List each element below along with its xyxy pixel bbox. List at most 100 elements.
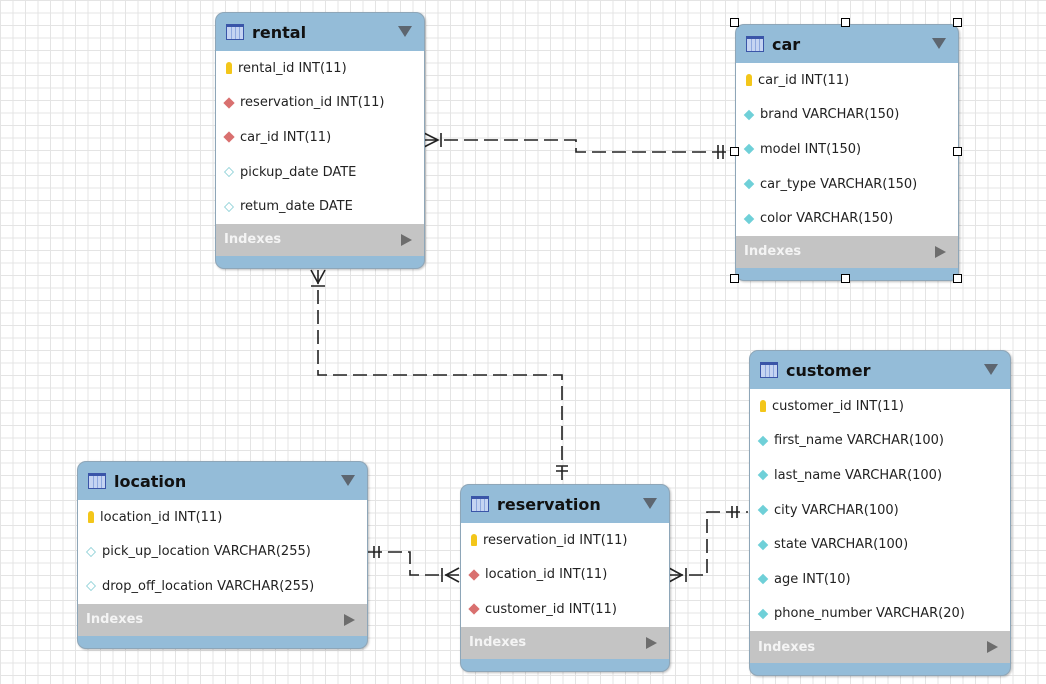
collapse-caret-icon[interactable]	[341, 475, 355, 486]
column-icon	[743, 109, 755, 121]
relationship-reservation-customer[interactable]	[669, 511, 748, 576]
column-label: car_type VARCHAR(150)	[760, 176, 918, 192]
column-row[interactable]: retum_date DATE	[216, 189, 424, 224]
expand-arrow-icon[interactable]	[344, 613, 355, 626]
foreign-key-icon	[468, 603, 480, 616]
column-row[interactable]: color VARCHAR(150)	[736, 201, 958, 236]
indexes-section[interactable]: Indexes	[78, 603, 367, 636]
column-label: pickup_date DATE	[240, 164, 357, 180]
column-label: rental_id INT(11)	[238, 60, 347, 76]
table-customer[interactable]: customer customer_id INT(11) first_name …	[749, 350, 1011, 677]
indexes-section[interactable]: Indexes	[736, 235, 958, 268]
column-row[interactable]: pickup_date DATE	[216, 155, 424, 190]
primary-key-icon	[226, 62, 232, 75]
primary-key-icon	[760, 400, 766, 413]
column-row[interactable]: car_id INT(11)	[216, 120, 424, 155]
relationship-rental-reservation[interactable]	[317, 270, 563, 482]
column-label: location_id INT(11)	[485, 567, 608, 583]
column-icon	[757, 470, 769, 481]
table-header[interactable]: car	[736, 25, 958, 63]
column-label: model INT(150)	[760, 141, 862, 157]
resize-handle[interactable]	[730, 147, 739, 156]
column-row[interactable]: car_id INT(11)	[736, 63, 958, 98]
foreign-key-icon	[223, 131, 235, 144]
indexes-section[interactable]: Indexes	[750, 631, 1010, 664]
resize-handle[interactable]	[841, 18, 850, 27]
expand-arrow-icon[interactable]	[646, 636, 657, 649]
column-row[interactable]: phone_number VARCHAR(20)	[750, 597, 1010, 632]
column-row[interactable]: first_name VARCHAR(100)	[750, 424, 1010, 459]
table-header[interactable]: rental	[216, 13, 424, 51]
column-row[interactable]: state VARCHAR(100)	[750, 527, 1010, 562]
nullable-column-icon	[224, 167, 234, 178]
resize-handle[interactable]	[953, 274, 962, 283]
column-label: color VARCHAR(150)	[760, 211, 894, 227]
collapse-caret-icon[interactable]	[932, 38, 946, 49]
column-row[interactable]: reservation_id INT(11)	[461, 523, 669, 558]
expand-arrow-icon[interactable]	[401, 233, 412, 246]
column-row[interactable]: model INT(150)	[736, 132, 958, 167]
table-name: location	[114, 471, 187, 491]
column-icon	[743, 178, 755, 190]
column-row[interactable]: location_id INT(11)	[78, 500, 367, 535]
table-name: rental	[252, 22, 307, 42]
indexes-label: Indexes	[744, 244, 802, 260]
resize-handle[interactable]	[841, 274, 850, 283]
resize-handle[interactable]	[730, 274, 739, 283]
collapse-caret-icon[interactable]	[398, 26, 412, 37]
primary-key-icon	[88, 511, 94, 524]
column-label: reservation_id INT(11)	[240, 95, 385, 111]
collapse-caret-icon[interactable]	[984, 364, 998, 375]
table-icon	[226, 24, 244, 40]
column-icon	[757, 573, 769, 585]
indexes-label: Indexes	[758, 639, 816, 655]
column-icon	[757, 504, 769, 516]
table-icon	[471, 496, 489, 512]
column-label: reservation_id INT(11)	[483, 532, 628, 548]
table-location[interactable]: location location_id INT(11) pick_up_loc…	[77, 461, 368, 649]
column-label: customer_id INT(11)	[485, 601, 617, 617]
relationship-rental-car[interactable]	[424, 139, 734, 153]
table-rental[interactable]: rental rental_id INT(11) reservation_id …	[215, 12, 425, 269]
column-icon	[757, 539, 769, 550]
column-row[interactable]: brand VARCHAR(150)	[736, 98, 958, 133]
resize-handle[interactable]	[953, 18, 962, 27]
expand-arrow-icon[interactable]	[935, 245, 946, 258]
column-row[interactable]: pick_up_location VARCHAR(255)	[78, 535, 367, 570]
nullable-column-icon	[86, 581, 96, 592]
column-row[interactable]: reservation_id INT(11)	[216, 86, 424, 121]
column-row[interactable]: location_id INT(11)	[461, 558, 669, 593]
column-row[interactable]: car_type VARCHAR(150)	[736, 167, 958, 202]
column-label: car_id INT(11)	[240, 129, 332, 145]
indexes-section[interactable]: Indexes	[216, 223, 424, 256]
expand-arrow-icon[interactable]	[987, 641, 998, 654]
table-name: car	[772, 34, 801, 54]
table-name: reservation	[497, 494, 601, 514]
column-label: location_id INT(11)	[100, 509, 223, 525]
resize-handle[interactable]	[953, 147, 962, 156]
indexes-label: Indexes	[86, 612, 144, 628]
column-row[interactable]: city VARCHAR(100)	[750, 493, 1010, 528]
nullable-column-icon	[86, 546, 96, 557]
column-icon	[743, 213, 755, 224]
column-icon	[757, 608, 769, 620]
indexes-section[interactable]: Indexes	[461, 626, 669, 659]
table-header[interactable]: reservation	[461, 485, 669, 523]
column-label: brand VARCHAR(150)	[760, 107, 900, 123]
table-car[interactable]: car car_id INT(11) brand VARCHAR(150) mo…	[735, 24, 959, 281]
collapse-caret-icon[interactable]	[643, 498, 657, 509]
column-row[interactable]: rental_id INT(11)	[216, 51, 424, 86]
column-row[interactable]: drop_off_location VARCHAR(255)	[78, 569, 367, 604]
relationship-location-reservation[interactable]	[368, 551, 459, 576]
column-label: first_name VARCHAR(100)	[774, 433, 944, 449]
column-row[interactable]: last_name VARCHAR(100)	[750, 458, 1010, 493]
table-header[interactable]: location	[78, 462, 367, 500]
resize-handle[interactable]	[730, 18, 739, 27]
column-row[interactable]: age INT(10)	[750, 562, 1010, 597]
column-label: car_id INT(11)	[758, 72, 850, 88]
column-row[interactable]: customer_id INT(11)	[750, 389, 1010, 424]
column-row[interactable]: customer_id INT(11)	[461, 592, 669, 627]
table-header[interactable]: customer	[750, 351, 1010, 389]
column-label: age INT(10)	[774, 571, 851, 587]
table-reservation[interactable]: reservation reservation_id INT(11) locat…	[460, 484, 670, 672]
